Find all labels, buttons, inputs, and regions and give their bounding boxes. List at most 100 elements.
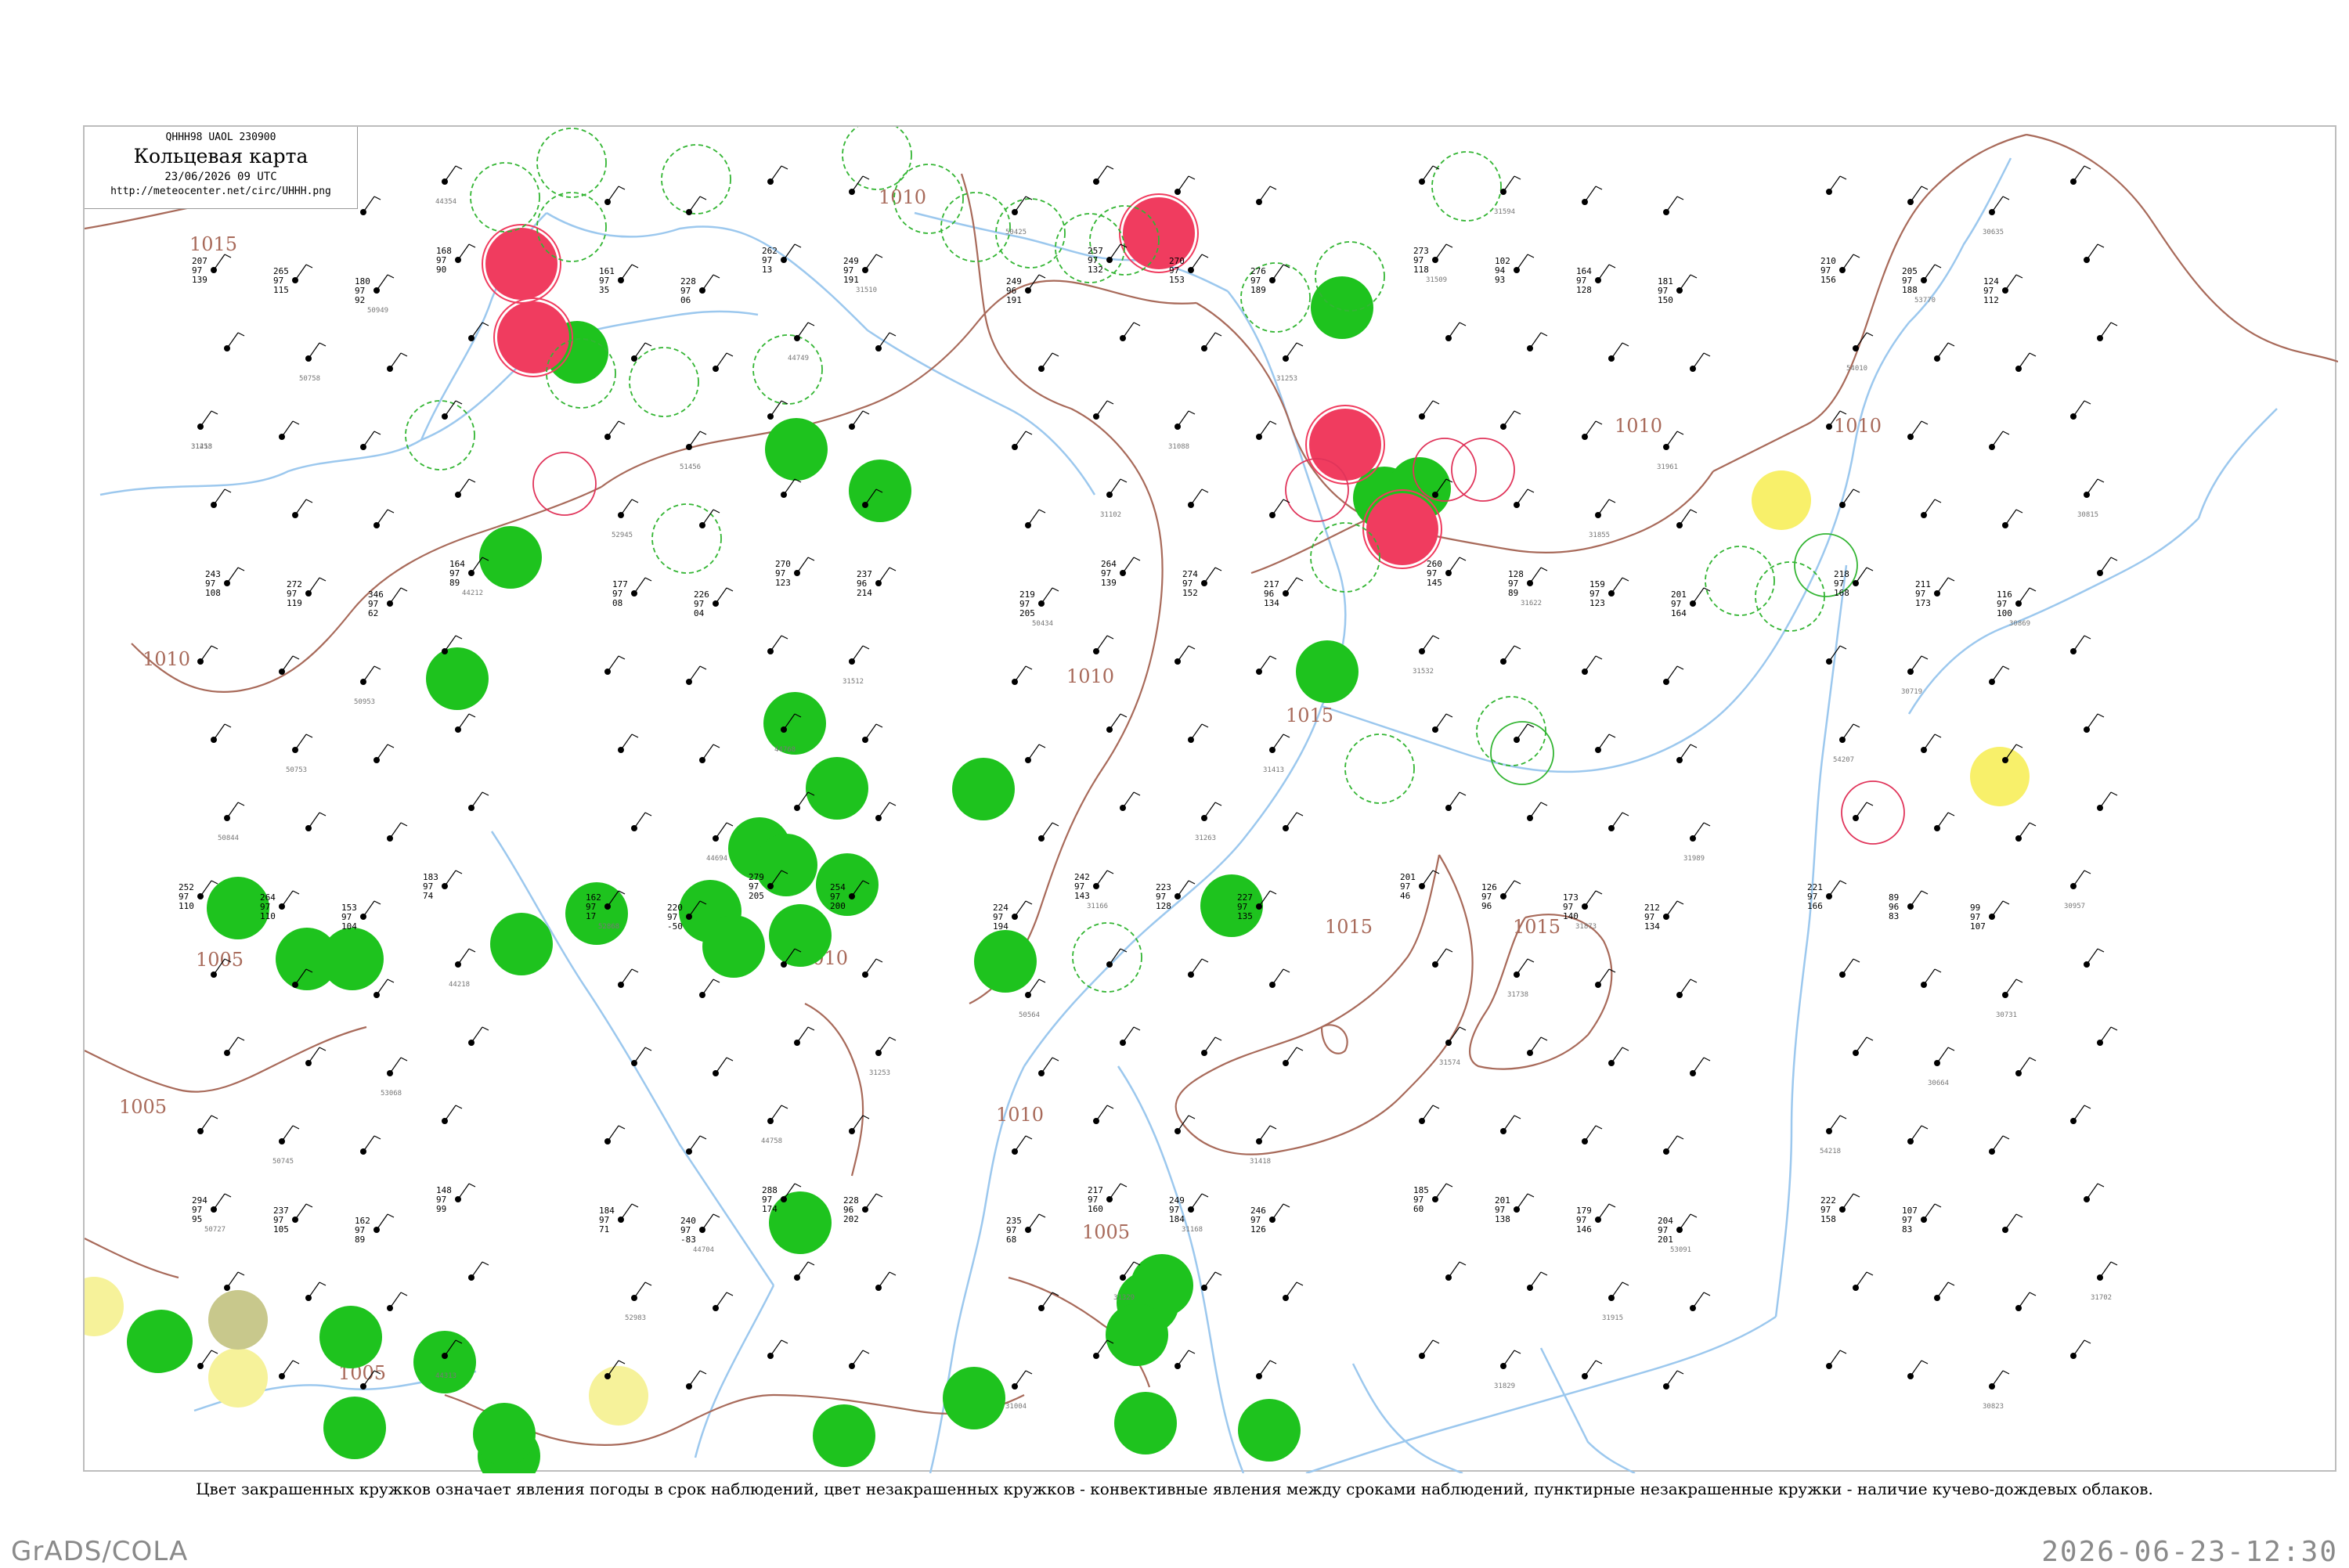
isobar-label: 1010 <box>879 186 926 208</box>
station-id: 31253 <box>1276 375 1297 383</box>
wind-barb <box>688 665 701 683</box>
wind-barb-flag <box>2097 1183 2105 1188</box>
rain-station-circle[interactable] <box>319 1306 382 1368</box>
wind-barb-flag <box>2015 274 2023 279</box>
station-value: 160 <box>1088 1204 1103 1214</box>
wind-barb <box>715 352 727 369</box>
wind-barb <box>1122 322 1135 339</box>
rain-station-circle[interactable] <box>426 647 489 710</box>
rain-station-circle[interactable] <box>323 1397 386 1459</box>
wind-barb-flag <box>1188 880 1196 885</box>
rain-station-circle[interactable] <box>1238 1399 1301 1462</box>
rain-station-circle[interactable] <box>816 853 879 916</box>
thunder-station-circle[interactable] <box>1366 493 1438 565</box>
wind-barb <box>796 1026 809 1044</box>
cumulonimbus-ring <box>1072 922 1142 993</box>
pale-yellow-station-circle[interactable] <box>85 1277 124 1336</box>
wind-barb <box>688 196 701 213</box>
yellow-station-circle[interactable] <box>1752 470 1811 530</box>
wind-barb <box>1910 890 1922 907</box>
wind-barb-flag <box>1296 1281 1304 1286</box>
wind-barb-flag <box>1622 1281 1629 1286</box>
rain-station-circle[interactable] <box>769 904 832 967</box>
wind-barb <box>1828 1115 1841 1132</box>
rain-station-circle[interactable] <box>1200 874 1263 937</box>
wind-barb <box>226 567 239 584</box>
wind-barb-flag <box>631 968 639 973</box>
rain-station-circle[interactable] <box>490 913 553 975</box>
rain-station-circle[interactable] <box>765 418 828 481</box>
wind-barb-flag <box>1025 431 1033 435</box>
wind-barb <box>620 264 633 281</box>
wind-barb-flag <box>1052 1057 1059 1062</box>
wind-barb <box>702 744 714 761</box>
thunder-station-circle[interactable] <box>485 228 557 300</box>
wind-barb <box>864 1193 877 1210</box>
wind-barb <box>878 1271 890 1289</box>
olive-station-circle[interactable] <box>208 1290 268 1350</box>
wind-barb <box>796 1261 809 1278</box>
wind-barb-flag <box>699 1370 707 1375</box>
wind-barb <box>1421 1105 1434 1122</box>
rain-station-circle[interactable] <box>127 1310 189 1373</box>
wind-barb <box>796 557 809 574</box>
wind-barb-flag <box>1269 420 1277 425</box>
wind-barb-flag <box>1445 948 1453 953</box>
isobar-label: 1010 <box>143 648 190 670</box>
station-value: 150 <box>1658 295 1673 305</box>
rain-station-circle[interactable] <box>943 1367 1005 1429</box>
rain-station-circle[interactable] <box>755 834 817 896</box>
source-url[interactable]: http://meteocenter.net/circ/UHHH.png <box>85 186 357 197</box>
station-id: 30719 <box>1901 688 1922 696</box>
wind-barb <box>1503 880 1515 897</box>
rain-station-circle[interactable] <box>769 1191 832 1254</box>
rain-station-circle[interactable] <box>321 928 384 990</box>
cumulonimbus-ring <box>1431 151 1502 222</box>
station-value: 89 <box>1508 588 1518 598</box>
wind-barb-flag <box>2002 1135 2010 1140</box>
pale-yellow-station-circle[interactable] <box>208 1348 268 1408</box>
wind-barb <box>200 1115 212 1132</box>
wind-barb <box>213 723 226 741</box>
station-id: 31088 <box>1168 443 1189 451</box>
wind-barb-flag <box>1445 243 1453 248</box>
wind-barb <box>308 1281 320 1299</box>
rain-station-circle[interactable] <box>806 757 868 820</box>
thunder-station-circle[interactable] <box>1309 409 1381 481</box>
station-value: 202 <box>843 1214 859 1224</box>
station-value: 164 <box>1671 608 1687 618</box>
map-frame: 1010 1015 1010 1015 1010 1015 1015 1010 1010 1005… <box>83 125 2338 1473</box>
station-value: 156 <box>1820 275 1836 285</box>
wind-barb <box>1190 958 1203 975</box>
station-value: 110 <box>179 901 194 911</box>
rain-station-circle[interactable] <box>479 526 542 589</box>
cumulonimbus-ring <box>661 144 731 214</box>
station-id: 53091 <box>1670 1246 1691 1254</box>
rain-station-circle[interactable] <box>952 758 1015 820</box>
rain-station-circle[interactable] <box>473 1403 536 1465</box>
wind-barb-flag <box>1432 635 1440 640</box>
yellow-station-circle[interactable] <box>1970 747 2030 806</box>
rain-station-circle[interactable] <box>1114 1392 1177 1454</box>
wind-barb <box>851 645 864 662</box>
isobar-label: 1015 <box>1286 705 1333 726</box>
rain-station-circle[interactable] <box>763 692 826 755</box>
wind-barb <box>1095 1105 1108 1122</box>
rain-station-circle[interactable] <box>813 1404 875 1467</box>
wind-barb <box>1855 332 1867 349</box>
thunder-station-circle[interactable] <box>497 301 569 373</box>
rain-station-circle[interactable] <box>1106 1303 1168 1366</box>
station-id: 31253 <box>869 1069 890 1077</box>
rain-station-circle[interactable] <box>1296 640 1359 703</box>
wind-barb-flag <box>455 635 463 640</box>
wind-barb-flag <box>1853 488 1860 493</box>
wind-barb-flag <box>1214 802 1222 806</box>
wind-barb <box>1910 186 1922 203</box>
station-id: 31829 <box>1494 1382 1515 1390</box>
rain-station-circle[interactable] <box>413 1331 476 1393</box>
pale-yellow-station-circle[interactable] <box>589 1366 648 1426</box>
rain-station-circle[interactable] <box>702 915 765 978</box>
rain-station-circle[interactable] <box>974 930 1037 993</box>
wind-barb-flag <box>2084 165 2091 170</box>
wind-barb-flag <box>2029 822 2037 827</box>
